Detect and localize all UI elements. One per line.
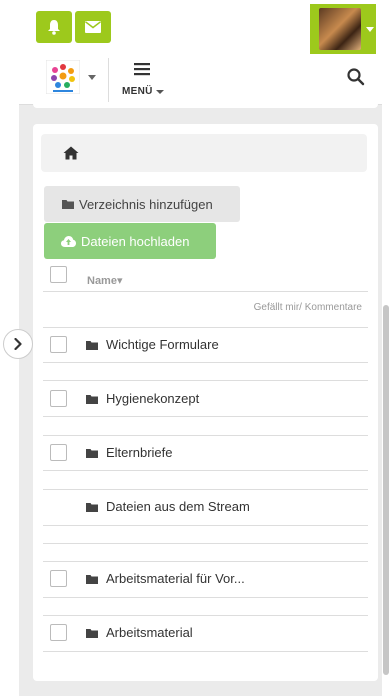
row-checkbox[interactable] xyxy=(50,570,67,587)
chevron-down-icon[interactable] xyxy=(88,75,96,80)
files-panel: Verzeichnis hinzufügen Dateien hochladen… xyxy=(33,124,378,681)
folder-icon xyxy=(62,200,74,209)
list-item[interactable]: Wichtige Formulare xyxy=(33,328,378,362)
chevron-down-icon xyxy=(366,27,374,32)
list-item[interactable]: Hygienekonzept xyxy=(33,382,378,416)
user-menu-button[interactable] xyxy=(310,4,376,54)
list-item[interactable]: Arbeitsmaterial xyxy=(33,616,378,650)
avatar xyxy=(319,8,361,50)
chevron-right-icon xyxy=(14,338,22,350)
row-divider xyxy=(43,651,368,652)
list-item[interactable]: Arbeitsmaterial für Vor... xyxy=(33,562,378,596)
notifications-button[interactable] xyxy=(36,11,72,43)
folder-name[interactable]: Arbeitsmaterial für Vor... xyxy=(106,571,245,586)
upload-files-label: Dateien hochladen xyxy=(81,233,190,249)
main-menu-button[interactable]: MENÜ xyxy=(118,60,170,100)
folder-name[interactable]: Arbeitsmaterial xyxy=(106,625,193,640)
header-divider xyxy=(43,291,368,292)
row-divider xyxy=(43,362,368,363)
bell-icon xyxy=(48,20,60,35)
folder-icon xyxy=(86,341,98,350)
folder-icon xyxy=(86,575,98,584)
menu-label: MENÜ xyxy=(122,86,153,97)
row-divider xyxy=(43,525,368,526)
folder-name[interactable]: Wichtige Formulare xyxy=(106,337,219,352)
left-sidebar-edge xyxy=(0,104,19,696)
add-directory-label: Verzeichnis hinzufügen xyxy=(79,196,213,212)
top-navigation-bar: MENÜ xyxy=(0,0,392,105)
scrollbar[interactable] xyxy=(383,305,389,675)
list-item[interactable]: Dateien aus dem Stream xyxy=(33,490,378,524)
row-divider xyxy=(43,380,368,381)
row-divider xyxy=(43,416,368,417)
search-icon[interactable] xyxy=(346,67,366,87)
row-checkbox[interactable] xyxy=(50,336,67,353)
row-checkbox[interactable] xyxy=(50,390,67,407)
envelope-icon xyxy=(85,21,101,33)
select-all-checkbox[interactable] xyxy=(50,266,67,283)
cloud-upload-icon xyxy=(61,235,76,247)
folder-icon xyxy=(86,449,98,458)
folder-name[interactable]: Elternbriefe xyxy=(106,445,172,460)
card-edge xyxy=(33,104,378,108)
row-divider xyxy=(43,543,368,544)
row-divider xyxy=(43,470,368,471)
breadcrumb xyxy=(41,134,367,172)
row-divider xyxy=(43,597,368,598)
row-checkbox[interactable] xyxy=(50,444,67,461)
hamburger-icon xyxy=(134,63,150,76)
name-column-header[interactable]: Name▾ xyxy=(87,274,122,287)
folder-name[interactable]: Hygienekonzept xyxy=(106,391,199,406)
divider xyxy=(108,58,109,102)
upload-files-button[interactable]: Dateien hochladen xyxy=(44,223,216,259)
sidebar-toggle-button[interactable] xyxy=(3,329,33,359)
folder-icon xyxy=(86,395,98,404)
list-item[interactable]: Elternbriefe xyxy=(33,436,378,470)
chevron-down-icon xyxy=(156,90,164,94)
row-checkbox[interactable] xyxy=(50,624,67,641)
likes-comments-header: Gefällt mir/ Kommentare xyxy=(253,302,362,313)
folder-icon xyxy=(86,503,98,512)
messages-button[interactable] xyxy=(75,11,111,43)
folder-icon xyxy=(86,629,98,638)
home-icon[interactable] xyxy=(63,146,79,160)
add-directory-button[interactable]: Verzeichnis hinzufügen xyxy=(44,186,240,222)
school-logo-icon[interactable] xyxy=(46,60,80,94)
folder-name[interactable]: Dateien aus dem Stream xyxy=(106,499,250,514)
